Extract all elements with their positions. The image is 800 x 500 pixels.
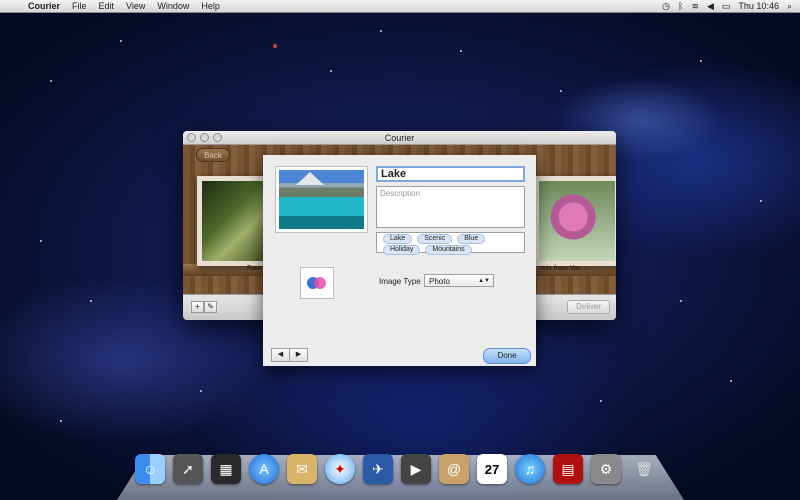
bluetooth-icon[interactable]: ᛒ bbox=[678, 1, 683, 11]
tags-field[interactable]: Lake Scenic Blue Holiday Mountains bbox=[376, 232, 525, 255]
edit-button[interactable]: ✎ bbox=[204, 301, 217, 313]
trash-icon[interactable]: 🗑 bbox=[629, 454, 659, 484]
item-editor-sheet: Lake Description Lake Scenic Blue Holida… bbox=[263, 155, 536, 366]
flickr-service-icon[interactable] bbox=[300, 267, 334, 299]
image-type-value: Photo bbox=[429, 277, 450, 286]
back-button[interactable]: Back bbox=[196, 148, 230, 162]
done-button[interactable]: Done bbox=[483, 348, 531, 364]
tag-token[interactable]: Lake bbox=[383, 234, 413, 244]
next-button[interactable]: ▶ bbox=[289, 348, 308, 362]
tag-token[interactable]: Blue bbox=[457, 234, 486, 244]
caption-right: mix from Van... bbox=[541, 265, 588, 272]
menu-window[interactable]: Window bbox=[151, 1, 195, 11]
caption-left: Fore bbox=[247, 265, 262, 272]
menu-edit[interactable]: Edit bbox=[93, 1, 121, 11]
mail-icon[interactable]: ✉ bbox=[287, 454, 317, 484]
menu-help[interactable]: Help bbox=[195, 1, 226, 11]
time-machine-icon[interactable]: ◷ bbox=[662, 1, 670, 12]
calendar-day: 27 bbox=[484, 461, 500, 477]
ical-icon[interactable]: 27 bbox=[477, 454, 507, 484]
updown-arrows-icon: ▲▼ bbox=[478, 278, 490, 284]
name-field[interactable]: Lake bbox=[376, 166, 525, 182]
tag-token[interactable]: Scenic bbox=[417, 234, 453, 244]
menu-view[interactable]: View bbox=[120, 1, 151, 11]
pencil-icon: ✎ bbox=[207, 302, 214, 311]
finder-icon[interactable]: ☺ bbox=[135, 454, 165, 484]
wifi-icon[interactable]: ≋ bbox=[691, 1, 699, 12]
system-preferences-icon[interactable]: ⚙ bbox=[591, 454, 621, 484]
image-type-select[interactable]: Photo ▲▼ bbox=[424, 274, 494, 287]
media-card-flower[interactable] bbox=[534, 176, 616, 266]
itunes-icon[interactable]: ♫ bbox=[515, 454, 545, 484]
window-titlebar: Courier bbox=[183, 131, 616, 145]
deliver-button[interactable]: Deliver bbox=[567, 300, 610, 314]
menu-app-name[interactable]: Courier bbox=[22, 1, 66, 11]
description-field[interactable]: Description bbox=[376, 186, 525, 228]
window-title: Courier bbox=[384, 132, 415, 143]
menu-extras: ◷ ᛒ ≋ ◀ ▭ Thu 10:46 ⌕ bbox=[662, 1, 800, 12]
tag-token[interactable]: Holiday bbox=[383, 245, 421, 255]
tag-token[interactable]: Mountains bbox=[425, 245, 472, 255]
mountain-shape bbox=[296, 172, 324, 185]
menu-file[interactable]: File bbox=[66, 1, 93, 11]
photo-booth-icon[interactable]: ▦ bbox=[211, 454, 241, 484]
right-arrow-icon: ▶ bbox=[295, 351, 302, 358]
dock-icons: ☺ ➚ ▦ A ✉ ✦ ✈ ▶ @ 27 ♫ ▤ ⚙ 🗑 bbox=[135, 454, 659, 484]
safari-icon[interactable]: ✦ bbox=[325, 454, 355, 484]
previous-button[interactable]: ◀ bbox=[271, 348, 290, 362]
volume-icon[interactable]: ◀ bbox=[707, 1, 714, 12]
image-thumbnail[interactable] bbox=[275, 166, 368, 233]
spotlight-icon[interactable]: ⌕ bbox=[787, 1, 792, 12]
app-store-icon[interactable]: A bbox=[249, 454, 279, 484]
battery-icon[interactable]: ▭ bbox=[722, 1, 731, 12]
courier-icon[interactable]: ✈ bbox=[363, 454, 393, 484]
address-book-icon[interactable]: @ bbox=[439, 454, 469, 484]
launchpad-icon[interactable]: ➚ bbox=[173, 454, 203, 484]
photo-booth-2-icon[interactable]: ▤ bbox=[553, 454, 583, 484]
left-arrow-icon: ◀ bbox=[277, 351, 284, 358]
menu-bar: Courier File Edit View Window Help ◷ ᛒ ≋… bbox=[0, 0, 800, 13]
clock[interactable]: Thu 10:46 bbox=[738, 1, 779, 11]
image-type-label: Image Type bbox=[379, 277, 421, 286]
facetime-icon[interactable]: ▶ bbox=[401, 454, 431, 484]
pink-dot bbox=[314, 277, 326, 289]
add-button[interactable]: + bbox=[191, 301, 204, 313]
